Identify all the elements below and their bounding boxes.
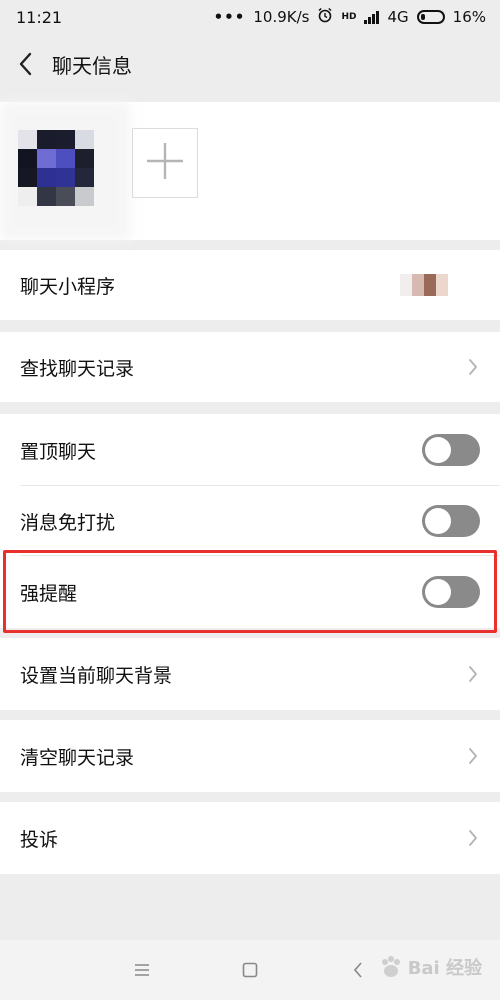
row-label-pin-chat: 置顶聊天: [20, 440, 97, 463]
toggle-knob: [425, 508, 451, 534]
row-label-clear-history: 清空聊天记录: [20, 746, 135, 769]
row-label-mini-programs: 聊天小程序: [20, 275, 116, 298]
status-time: 11:21: [16, 7, 63, 27]
row-pin-chat: 置顶聊天: [0, 414, 500, 486]
row-label-strong-reminder: 强提醒: [20, 582, 78, 605]
mini-program-thumbnail: [400, 274, 460, 296]
paw-logo-icon: [378, 954, 404, 980]
row-label-search-history: 查找聊天记录: [20, 357, 135, 380]
chevron-right-icon: [466, 663, 480, 685]
mute-toggle[interactable]: [422, 505, 480, 537]
network-type: 4G: [387, 8, 409, 26]
row-mini-programs[interactable]: 聊天小程序: [0, 250, 500, 320]
square-home-icon[interactable]: [235, 955, 265, 985]
page-title: 聊天信息: [52, 53, 132, 78]
row-mute: 消息免打扰: [0, 486, 500, 556]
plus-icon: [145, 141, 185, 185]
row-search-history[interactable]: 查找聊天记录: [0, 332, 500, 402]
network-speed: 10.9K/s: [253, 8, 310, 26]
pin-chat-toggle[interactable]: [422, 434, 480, 466]
back-arrow-icon[interactable]: [343, 955, 373, 985]
alarm-icon: [317, 7, 333, 27]
chevron-left-icon[interactable]: [18, 49, 42, 79]
watermark: Bai 经验: [378, 954, 482, 980]
toggle-knob: [425, 437, 451, 463]
add-member-button[interactable]: [132, 128, 198, 198]
toggle-knob: [425, 579, 451, 605]
chevron-right-icon: [466, 356, 480, 378]
more-dots: •••: [213, 8, 246, 26]
battery-icon: [416, 10, 445, 24]
menu-icon[interactable]: [127, 955, 157, 985]
row-clear-history[interactable]: 清空聊天记录: [0, 720, 500, 792]
row-chat-background[interactable]: 设置当前聊天背景: [0, 638, 500, 710]
hd-badge: HD: [341, 12, 357, 22]
chevron-right-icon: [466, 745, 480, 767]
pixelated-avatar[interactable]: [18, 130, 94, 206]
row-label-complain: 投诉: [20, 828, 59, 851]
battery-percent: 16%: [452, 8, 486, 26]
row-strong-reminder: 强提醒: [0, 556, 500, 628]
header: 聊天信息: [0, 34, 500, 94]
row-label-mute: 消息免打扰: [20, 511, 116, 534]
chevron-right-icon: [466, 827, 480, 849]
row-label-chat-background: 设置当前聊天背景: [20, 664, 173, 687]
members-section: [0, 102, 500, 240]
strong-reminder-toggle[interactable]: [422, 576, 480, 608]
signal-icon: [364, 10, 380, 24]
watermark-text: Bai 经验: [407, 958, 482, 979]
status-bar: 11:21 ••• 10.9K/s HD 4G 16%: [0, 0, 500, 34]
row-complain[interactable]: 投诉: [0, 802, 500, 874]
status-indicators: ••• 10.9K/s HD 4G 16%: [214, 7, 486, 27]
